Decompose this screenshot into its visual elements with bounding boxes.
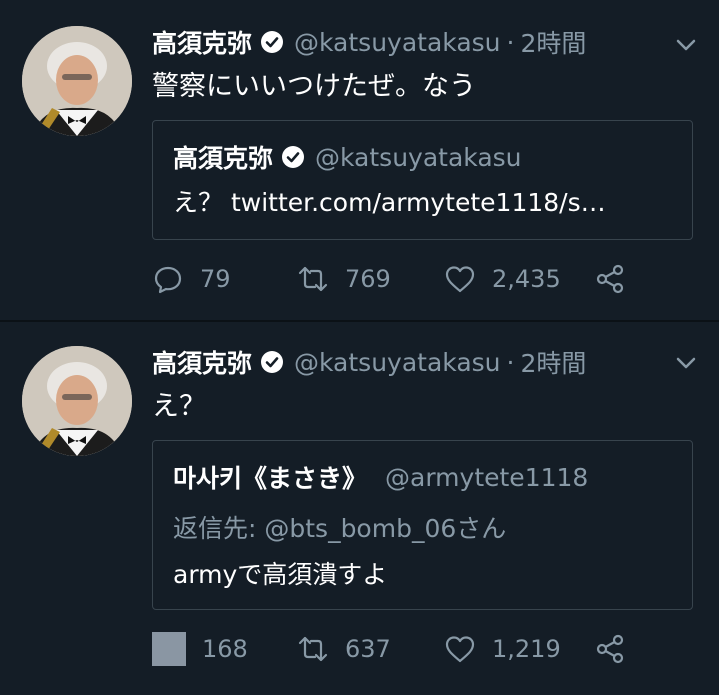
verified-badge-icon [261, 31, 284, 53]
avatar[interactable] [22, 346, 132, 456]
quoted-tweet-text: え？ twitter.com/armytete1118/s… [173, 188, 606, 217]
reply-button[interactable]: 168 [152, 629, 248, 669]
tweet-actions: 168 637 1,219 [152, 629, 632, 669]
chevron-down-icon[interactable] [675, 352, 697, 374]
tweet-text: え？ [152, 391, 206, 422]
verified-badge-icon [282, 146, 305, 168]
tweet-header: 高須克弥 @katsuyatakasu · 2時間 [152, 342, 586, 382]
retweet-icon [298, 266, 328, 292]
quoted-tweet-text: armyで高須潰すよ [173, 560, 388, 589]
author-name[interactable]: 高須克弥 [152, 24, 252, 60]
quoted-reply-to: 返信先: @bts_bomb_06さん [173, 514, 507, 543]
avatar[interactable] [22, 26, 132, 136]
retweet-count: 637 [345, 635, 391, 663]
tweet[interactable]: 高須克弥 @katsuyatakasu · 2時間 え？ 마사키《まさき》 @a… [0, 322, 719, 695]
quoted-author-handle: @armytete1118 [385, 462, 589, 492]
timestamp[interactable]: 2時間 [520, 24, 586, 60]
verified-badge-icon [261, 351, 284, 373]
retweet-button[interactable]: 637 [297, 629, 391, 669]
reply-count: 79 [200, 265, 231, 293]
retweet-count: 769 [345, 265, 391, 293]
chevron-down-icon[interactable] [675, 34, 697, 56]
reply-icon [154, 266, 182, 294]
separator-dot: · [506, 347, 515, 377]
tweet-text: 警察にいいつけたぜ。なう [152, 71, 476, 102]
tweet-actions: 79 769 2,435 [152, 259, 632, 299]
quoted-tweet-header: 마사키《まさき》 @armytete1118 [173, 459, 588, 495]
heart-icon [445, 636, 475, 663]
share-button[interactable] [594, 629, 626, 669]
share-icon [596, 264, 624, 294]
tweet-header: 高須克弥 @katsuyatakasu · 2時間 [152, 22, 586, 62]
quoted-tweet[interactable]: 高須克弥 @katsuyatakasu え？ twitter.com/armyt… [152, 120, 693, 240]
share-icon [596, 634, 624, 664]
reply-button[interactable]: 79 [152, 259, 231, 299]
author-name[interactable]: 高須克弥 [152, 344, 252, 380]
avatar-photo [22, 26, 132, 136]
quoted-tweet[interactable]: 마사키《まさき》 @armytete1118 返信先: @bts_bomb_06… [152, 440, 693, 610]
reply-count: 168 [202, 635, 248, 663]
timestamp[interactable]: 2時間 [520, 344, 586, 380]
like-button[interactable]: 2,435 [444, 259, 561, 299]
author-handle[interactable]: @katsuyatakasu [294, 28, 501, 57]
separator-dot: · [506, 27, 515, 57]
like-count: 1,219 [492, 635, 561, 663]
quoted-author-name: 高須克弥 [173, 144, 274, 173]
quoted-author-name: 마사키《まさき》 [173, 464, 368, 493]
avatar-photo [22, 346, 132, 456]
heart-icon [445, 266, 475, 293]
retweet-button[interactable]: 769 [297, 259, 391, 299]
retweet-icon [298, 636, 328, 662]
author-handle[interactable]: @katsuyatakasu [294, 348, 501, 377]
like-button[interactable]: 1,219 [444, 629, 561, 669]
quoted-tweet-header: 高須克弥 @katsuyatakasu [173, 139, 522, 175]
share-button[interactable] [594, 259, 626, 299]
reply-icon [152, 632, 186, 666]
like-count: 2,435 [492, 265, 561, 293]
tweet[interactable]: 高須克弥 @katsuyatakasu · 2時間 警察にいいつけたぜ。なう 高… [0, 0, 719, 320]
quoted-author-handle: @katsuyatakasu [315, 142, 522, 172]
